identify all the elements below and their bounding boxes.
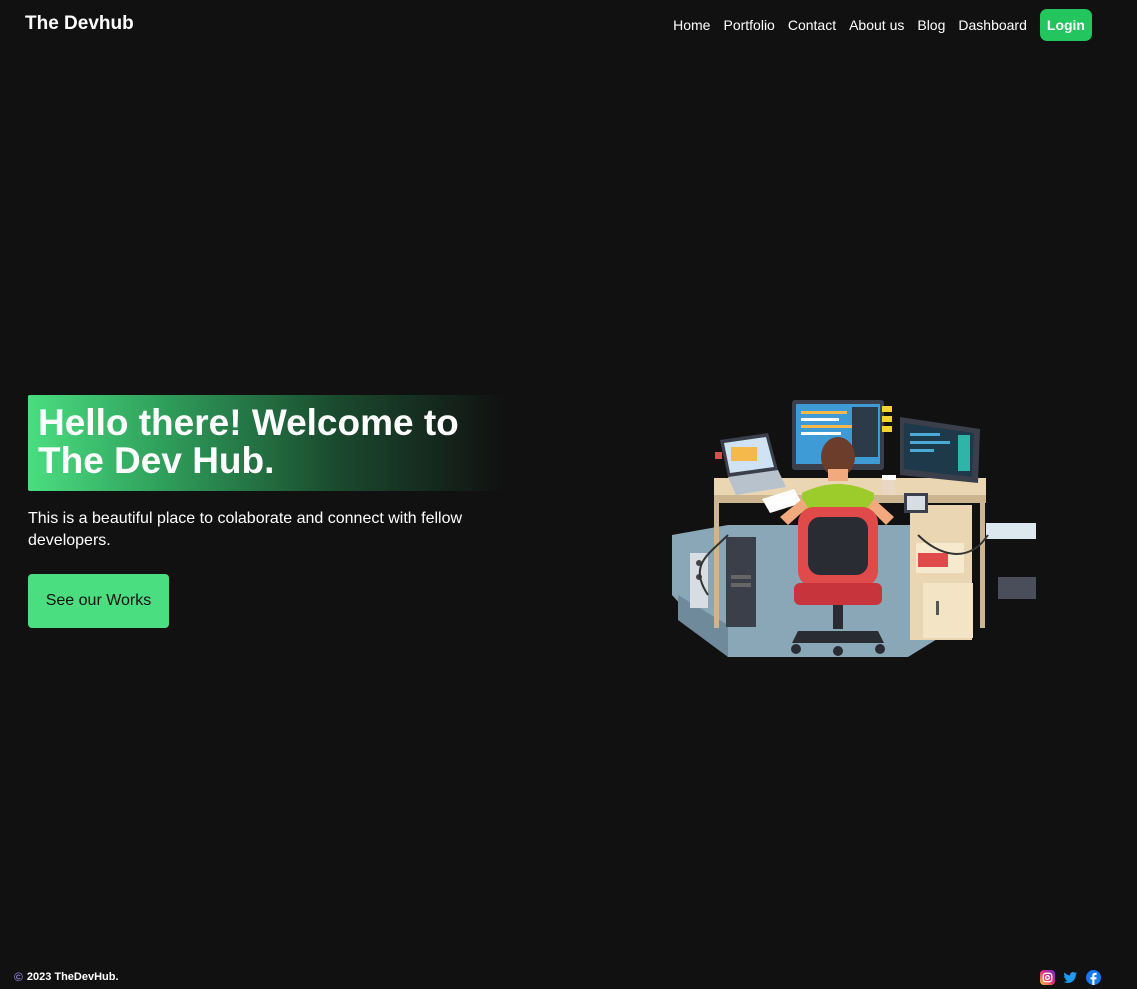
site-logo[interactable]: The Devhub	[25, 13, 134, 35]
see-our-works-button[interactable]: See our Works	[28, 574, 169, 628]
nav-blog[interactable]: Blog	[917, 17, 945, 33]
social-links	[1040, 970, 1109, 985]
copyright-text: 2023 TheDevHub.	[26, 971, 119, 983]
copyright-icon: ©	[14, 970, 23, 984]
main-nav: Home Portfolio Contact About us Blog Das…	[673, 9, 1092, 41]
nav-dashboard[interactable]: Dashboard	[958, 17, 1027, 33]
nav-about-us[interactable]: About us	[849, 17, 904, 33]
hero-title-highlight: Hello there! Welcome to The Dev Hub.	[28, 395, 503, 491]
hero-subtitle: This is a beautiful place to colaborate …	[28, 510, 463, 549]
page: The Devhub Home Portfolio Contact About …	[0, 0, 1137, 989]
nav-home[interactable]: Home	[673, 17, 710, 33]
nav-contact[interactable]: Contact	[788, 17, 836, 33]
footer-copyright: © 2023 TheDevHub.	[14, 970, 119, 984]
nav-portfolio[interactable]: Portfolio	[723, 17, 774, 33]
developer-at-desk-illustration	[668, 395, 1040, 657]
header: The Devhub Home Portfolio Contact About …	[0, 0, 1137, 50]
instagram-icon[interactable]	[1040, 970, 1055, 985]
facebook-icon[interactable]	[1086, 970, 1101, 985]
twitter-icon[interactable]	[1063, 970, 1078, 985]
login-button[interactable]: Login	[1039, 9, 1092, 41]
hero-title: Hello there! Welcome to The Dev Hub.	[38, 402, 459, 481]
